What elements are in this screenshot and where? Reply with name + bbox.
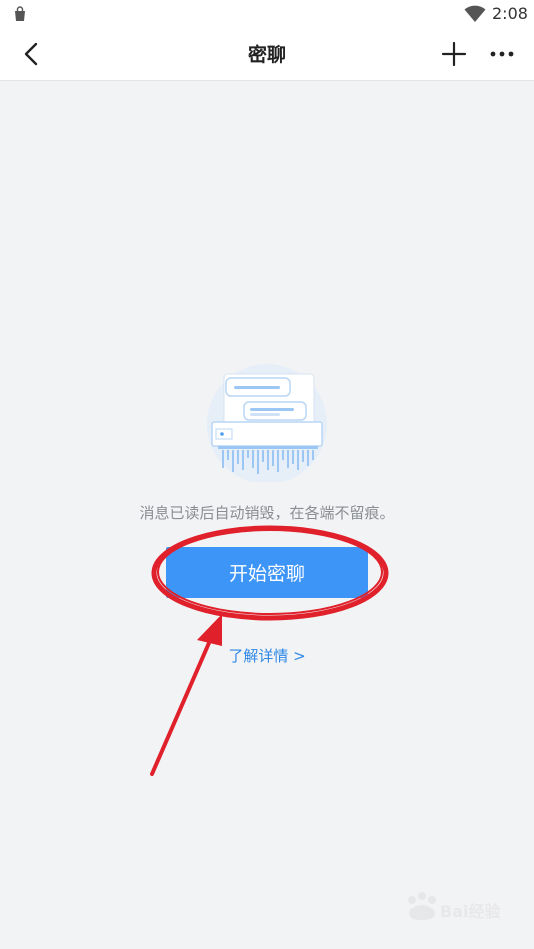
watermark-text: Bai经验	[440, 902, 501, 921]
message-shredder-illustration	[207, 364, 327, 482]
shopping-bag-icon	[15, 6, 25, 21]
status-bar: 2:08	[0, 0, 534, 28]
feature-description: 消息已读后自动销毁，在各端不留痕。	[139, 504, 395, 522]
wifi-icon	[464, 5, 486, 22]
learn-more-link[interactable]: 了解详情 >	[0, 645, 534, 666]
arrow-head	[197, 614, 222, 646]
nav-bar: 密聊	[0, 28, 534, 81]
start-secret-chat-button[interactable]: 开始密聊	[166, 547, 368, 598]
status-time: 2:08	[492, 4, 528, 23]
more-dots-icon[interactable]	[488, 40, 516, 68]
plus-icon[interactable]	[440, 40, 468, 68]
